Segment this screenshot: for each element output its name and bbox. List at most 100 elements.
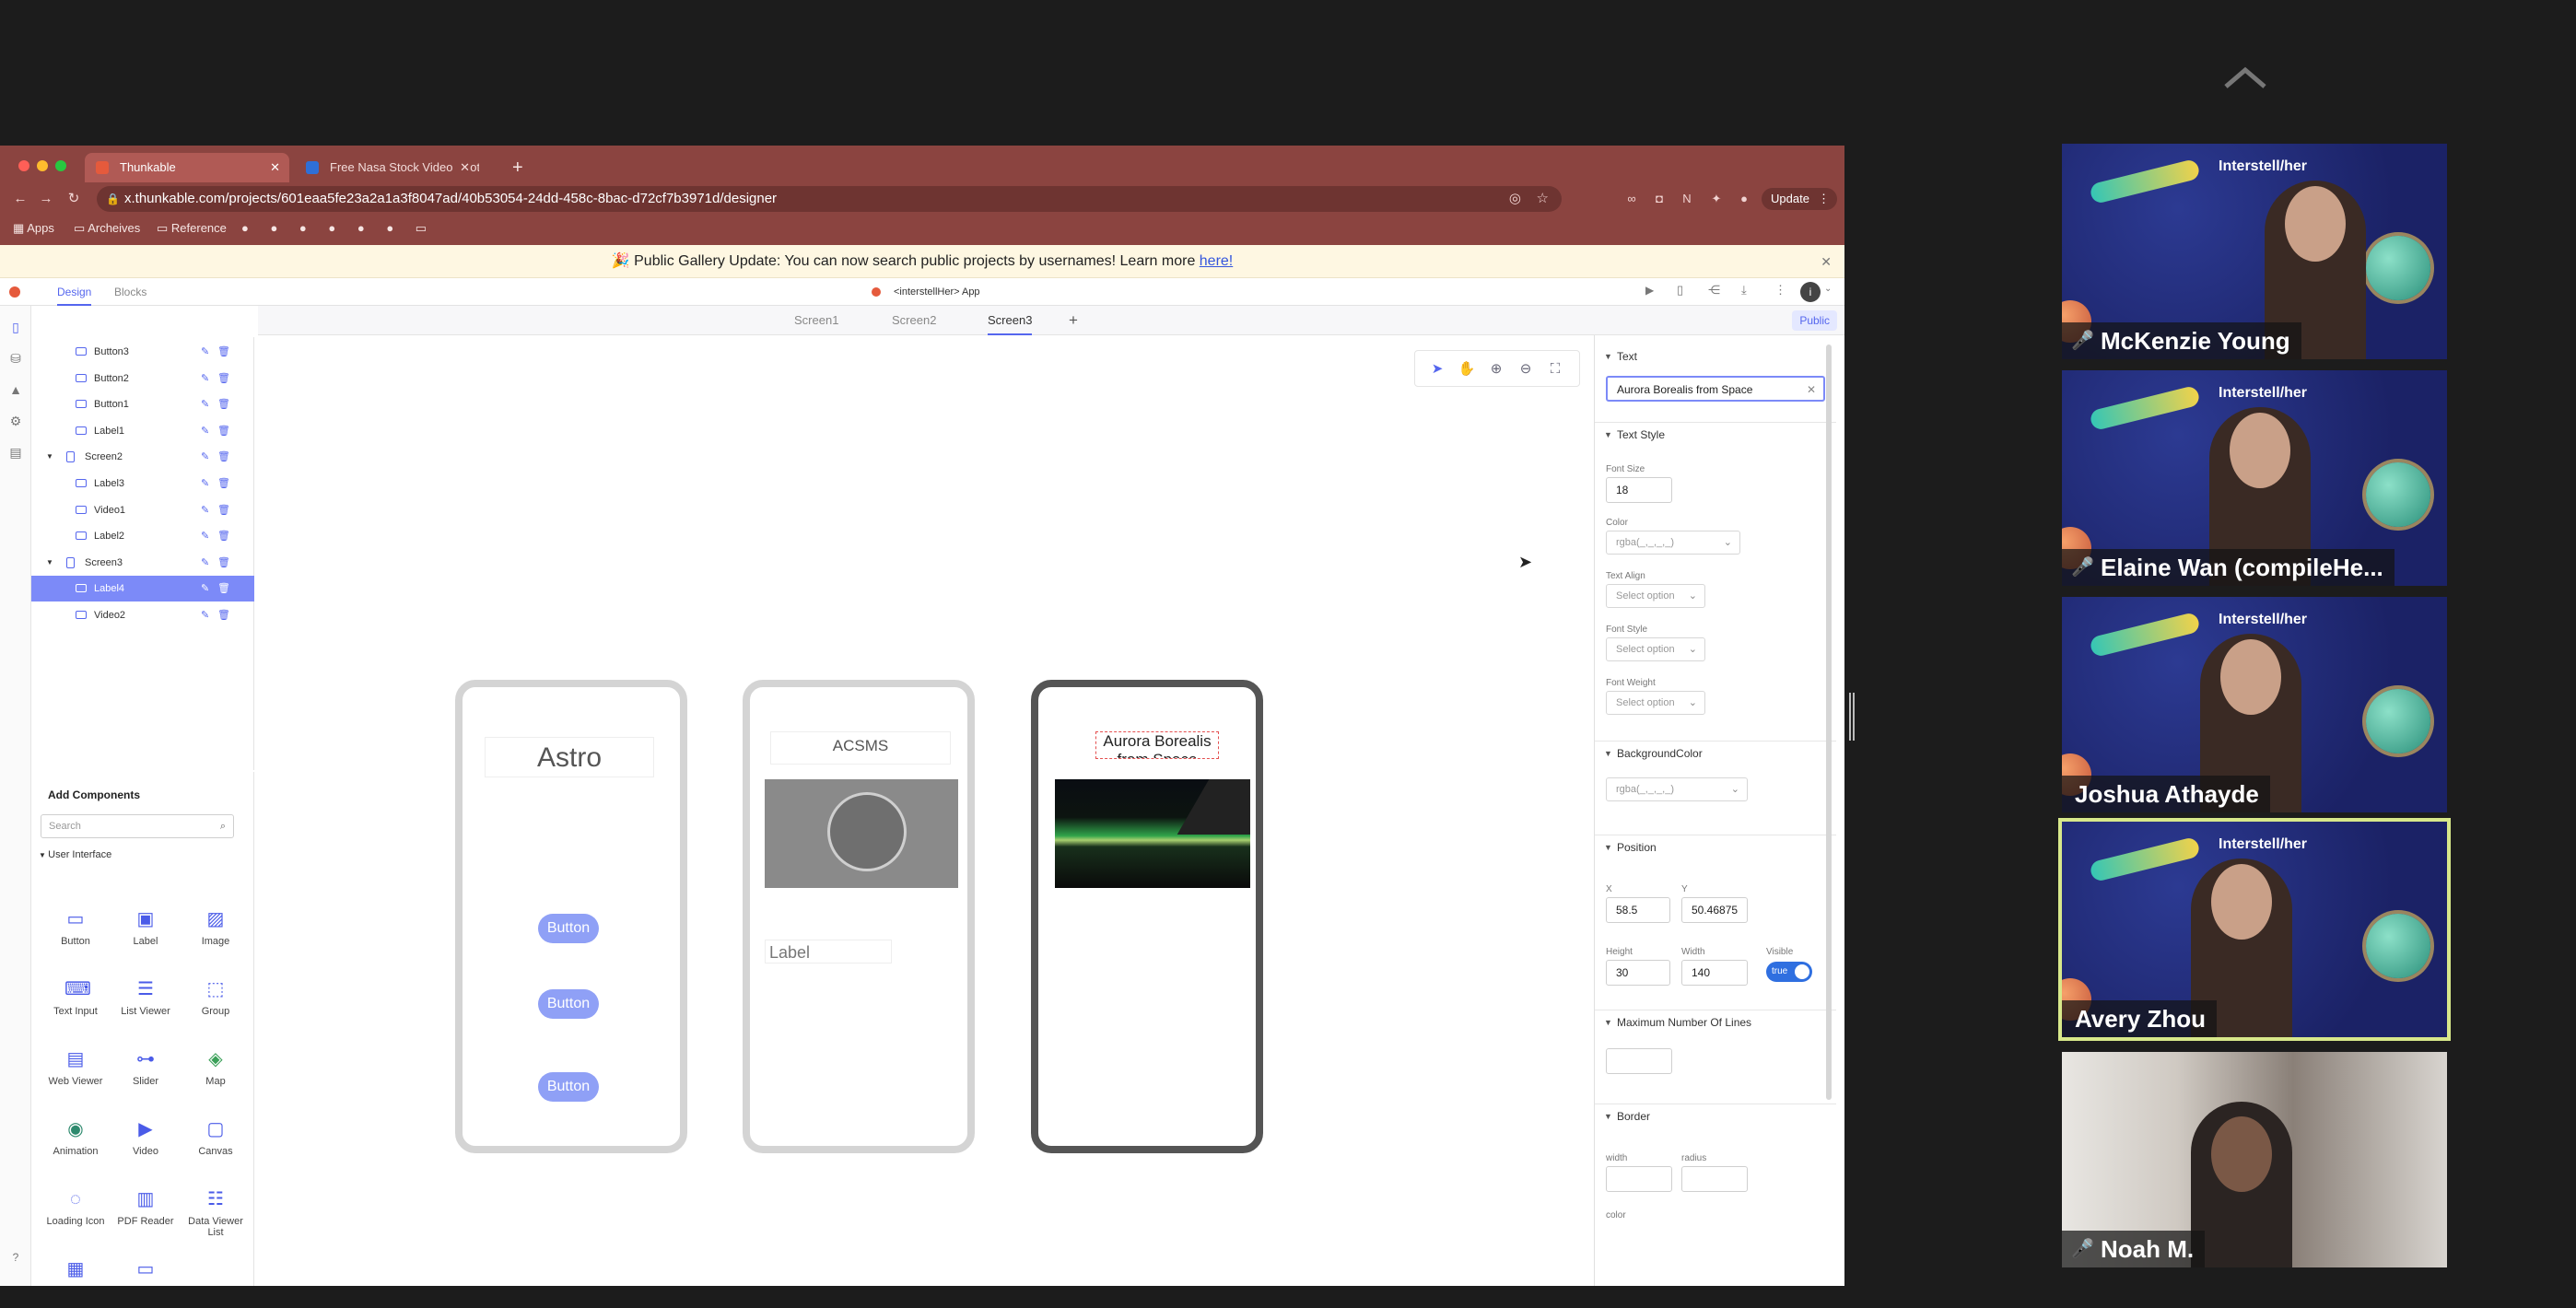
props-scrollbar[interactable] — [1826, 345, 1832, 1100]
bookmark-apps[interactable]: ▦ Apps — [13, 218, 54, 239]
reload-button[interactable]: ↻ — [63, 186, 85, 212]
hand-pan-icon[interactable]: ✋ — [1456, 358, 1478, 380]
tree-item-label4[interactable]: Label4 ✎ 🗑 — [31, 576, 254, 602]
play-icon[interactable]: ▶ — [1645, 284, 1654, 297]
edit-icon[interactable]: ✎ — [201, 576, 209, 601]
tree-item-label1[interactable]: Label1 ✎ 🗑 — [31, 418, 254, 444]
close-window-button[interactable] — [18, 160, 29, 171]
screen3-preview[interactable]: Aurora Borealisfrom Space — [1031, 680, 1263, 1153]
expand-triangle-icon[interactable]: ▼ — [46, 444, 53, 470]
component-loading-icon[interactable]: ◌ Loading Icon — [41, 1188, 111, 1227]
database-icon[interactable]: ⛁ — [7, 350, 24, 367]
text-align-select[interactable]: Select option ⌄ — [1606, 584, 1705, 608]
edit-icon[interactable]: ✎ — [201, 602, 209, 628]
phone-label[interactable]: Label — [765, 940, 892, 963]
tab-design[interactable]: Design — [57, 278, 92, 306]
section-position[interactable]: ▼ Position — [1595, 835, 1836, 858]
tree-item-button1[interactable]: Button1 ✎ 🗑 — [31, 391, 254, 417]
banner-link[interactable]: here! — [1200, 253, 1233, 269]
eye-off-icon[interactable]: ◎ — [1509, 186, 1521, 212]
component-map[interactable]: ◈ Map — [181, 1048, 251, 1087]
section-text[interactable]: ▼ Text — [1595, 345, 1836, 368]
zoom-out-icon[interactable]: ⊖ — [1515, 358, 1537, 380]
edit-icon[interactable]: ✎ — [201, 366, 209, 391]
video-placeholder[interactable] — [765, 779, 958, 888]
close-banner-icon[interactable]: ✕ — [1821, 245, 1832, 278]
border-width-input[interactable] — [1606, 1166, 1672, 1192]
category-user-interface[interactable]: ▼ User Interface — [39, 849, 111, 860]
delete-icon[interactable]: 🗑 — [217, 576, 230, 601]
tab-screen2[interactable]: Screen2 — [892, 306, 936, 335]
participant-tile[interactable]: Interstell/her Joshua Athayde — [2062, 597, 2447, 812]
component-list-viewer[interactable]: ☰ List Viewer — [111, 978, 181, 1017]
delete-icon[interactable]: 🗑 — [217, 366, 230, 391]
height-input[interactable]: 30 — [1606, 960, 1670, 986]
component-text-input[interactable]: ⌨ Text Input — [41, 978, 111, 1017]
component-slider[interactable]: ⊶ Slider — [111, 1048, 181, 1087]
section-border[interactable]: ▼ Border — [1595, 1104, 1836, 1127]
component-data-viewer-grid[interactable]: ▦Data Viewer Grid — [41, 1258, 111, 1286]
y-input[interactable]: 50.46875 — [1681, 897, 1748, 923]
aurora-title-label[interactable]: Aurora Borealisfrom Space — [1095, 731, 1219, 759]
delete-icon[interactable]: 🗑 — [217, 497, 230, 523]
user-avatar[interactable]: i — [1800, 282, 1821, 302]
bookmark-reference[interactable]: ▭ Reference — [157, 218, 227, 239]
component-pdf-reader[interactable]: ▥ PDF Reader — [111, 1188, 181, 1227]
participant-tile[interactable]: Noah M. 🎤 — [2062, 1052, 2447, 1267]
settings-icon[interactable]: ⚙ — [7, 413, 24, 429]
component-canvas[interactable]: ▢ Canvas — [181, 1118, 251, 1157]
expand-triangle-icon[interactable]: ▼ — [46, 550, 53, 576]
bookmark-star-icon[interactable]: ☆ — [1537, 186, 1549, 212]
phone-preview-icon[interactable]: ▯ — [1677, 283, 1683, 298]
extension-icon[interactable]: ∞ — [1622, 190, 1642, 208]
component-label[interactable]: ▣ Label — [111, 908, 181, 947]
more-icon[interactable]: ⋮ — [1774, 283, 1786, 298]
delete-icon[interactable]: 🗑 — [217, 550, 230, 576]
width-input[interactable]: 140 — [1681, 960, 1748, 986]
tab-screen3[interactable]: Screen3 — [988, 306, 1033, 335]
edit-icon[interactable]: ✎ — [201, 391, 209, 417]
clear-icon[interactable]: ✕ — [1807, 378, 1816, 402]
delete-icon[interactable]: 🗑 — [217, 444, 230, 470]
component-image[interactable]: ▨ Image — [181, 908, 251, 947]
zoom-in-icon[interactable]: ⊕ — [1485, 358, 1507, 380]
delete-icon[interactable]: 🗑 — [217, 391, 230, 417]
edit-icon[interactable]: ✎ — [201, 444, 209, 470]
tree-item-video2[interactable]: Video2 ✎ 🗑 — [31, 602, 254, 628]
component-button[interactable]: ▭ Button — [41, 908, 111, 947]
component-rating[interactable]: ▭Rating — [111, 1258, 181, 1286]
maximize-window-button[interactable] — [55, 160, 66, 171]
component-video[interactable]: ▶ Video — [111, 1118, 181, 1157]
screen2-preview[interactable]: ACSMS Label — [743, 680, 975, 1153]
browser-tab-nasa[interactable]: Free Nasa Stock Video Footage ✕ — [295, 153, 479, 182]
address-bar[interactable]: 🔒 x.thunkable.com/projects/601eaa5fe23a2… — [97, 186, 1562, 212]
participant-tile[interactable]: Interstell/her McKenzie Young 🎤 — [2062, 144, 2447, 359]
help-icon[interactable]: ? — [7, 1249, 24, 1266]
tab-blocks[interactable]: Blocks — [114, 278, 146, 306]
font-weight-select[interactable]: Select option ⌄ — [1606, 691, 1705, 715]
edit-icon[interactable]: ✎ — [201, 418, 209, 444]
new-tab-button[interactable]: + — [512, 153, 523, 182]
component-group[interactable]: ⬚ Group — [181, 978, 251, 1017]
edit-icon[interactable]: ✎ — [201, 497, 209, 523]
font-size-input[interactable]: 18 — [1606, 477, 1672, 503]
back-button[interactable]: ← — [9, 186, 31, 212]
delete-icon[interactable]: 🗑 — [217, 418, 230, 444]
max-lines-input[interactable] — [1606, 1048, 1672, 1074]
tree-item-screen3[interactable]: ▼ Screen3 ✎ 🗑 — [31, 550, 254, 576]
close-tab-icon[interactable]: ✕ — [456, 153, 470, 182]
browser-tab-thunkable[interactable]: Thunkable ✕ — [85, 153, 289, 182]
profile-avatar-icon[interactable]: ● — [1734, 190, 1754, 208]
participant-tile[interactable]: Interstell/her Elaine Wan (compileHe... 🎤 — [2062, 370, 2447, 586]
component-web-viewer[interactable]: ▤ Web Viewer — [41, 1048, 111, 1087]
collapse-chevron-icon[interactable] — [2222, 63, 2268, 90]
update-button[interactable]: Update ⋮ — [1762, 188, 1837, 210]
component-animation[interactable]: ◉ Animation — [41, 1118, 111, 1157]
table-icon[interactable]: ▤ — [7, 444, 24, 461]
chevron-down-icon[interactable]: ⌄ — [1824, 284, 1832, 294]
pocket-icon[interactable]: ◘ — [1649, 190, 1669, 208]
tree-item-label2[interactable]: Label2 ✎ 🗑 — [31, 523, 254, 549]
delete-icon[interactable]: 🗑 — [217, 602, 230, 628]
edit-icon[interactable]: ✎ — [201, 339, 209, 365]
forward-button[interactable]: → — [35, 186, 57, 212]
